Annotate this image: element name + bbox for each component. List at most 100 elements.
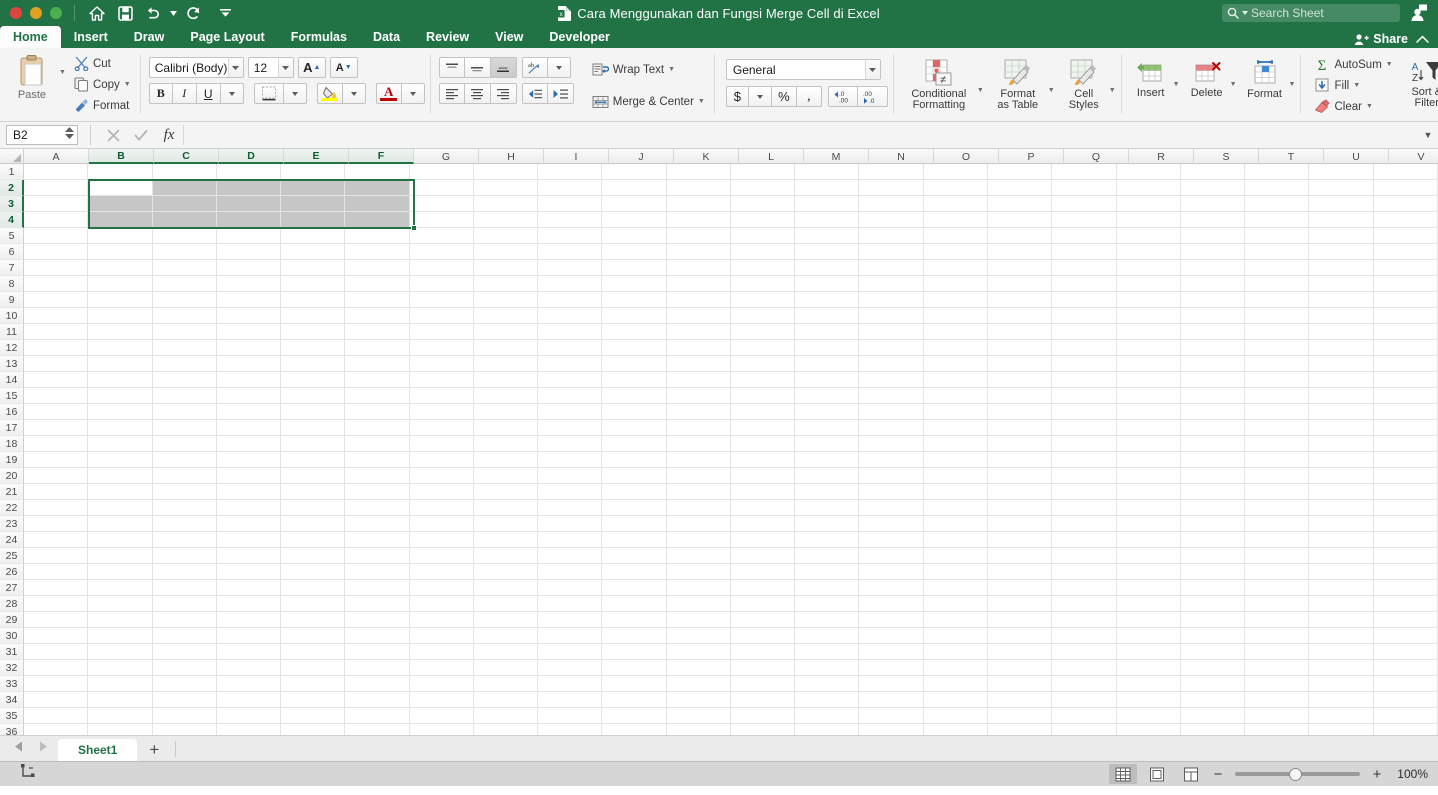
cell-P6[interactable]: [987, 244, 1053, 260]
cell-F31[interactable]: [345, 644, 410, 660]
row-header-30[interactable]: 30: [0, 628, 24, 644]
cell-A33[interactable]: [24, 676, 89, 692]
cell-I24[interactable]: [538, 532, 603, 548]
cell-styles-dropdown-caret[interactable]: ▼: [1109, 87, 1116, 94]
cell-D26[interactable]: [216, 564, 282, 580]
cell-Q28[interactable]: [1052, 596, 1117, 612]
cell-Q32[interactable]: [1052, 660, 1117, 676]
cell-F25[interactable]: [345, 548, 410, 564]
cell-V10[interactable]: [1373, 308, 1438, 324]
cell-U32[interactable]: [1309, 660, 1374, 676]
cell-Q8[interactable]: [1052, 276, 1117, 292]
cell-N18[interactable]: [859, 436, 924, 452]
cell-S28[interactable]: [1180, 596, 1246, 612]
cell-S22[interactable]: [1180, 500, 1246, 516]
cell-L32[interactable]: [730, 660, 796, 676]
row-header-14[interactable]: 14: [0, 372, 24, 388]
cell-D15[interactable]: [216, 388, 282, 404]
cell-Q2[interactable]: [1052, 180, 1117, 196]
cell-A14[interactable]: [24, 372, 89, 388]
fill-color-dropdown[interactable]: [342, 83, 366, 104]
cell-G13[interactable]: [409, 356, 474, 372]
cell-E5[interactable]: [281, 228, 346, 244]
cell-V35[interactable]: [1373, 708, 1438, 724]
cell-B13[interactable]: [88, 356, 153, 372]
cell-D24[interactable]: [216, 532, 282, 548]
cell-Q24[interactable]: [1052, 532, 1117, 548]
cell-H28[interactable]: [473, 596, 539, 612]
wrap-text-dropdown-caret[interactable]: ▼: [668, 66, 675, 73]
cell-P3[interactable]: [987, 196, 1053, 212]
cell-C19[interactable]: [152, 452, 217, 468]
grid-cells[interactable]: [24, 164, 1438, 735]
column-header-M[interactable]: M: [804, 149, 869, 164]
cell-F35[interactable]: [345, 708, 410, 724]
cell-R5[interactable]: [1116, 228, 1181, 244]
cell-E25[interactable]: [281, 548, 346, 564]
cell-N1[interactable]: [859, 164, 924, 180]
row-header-19[interactable]: 19: [0, 452, 24, 468]
cell-C17[interactable]: [152, 420, 217, 436]
column-header-O[interactable]: O: [934, 149, 999, 164]
cell-D29[interactable]: [216, 612, 282, 628]
cell-V33[interactable]: [1373, 676, 1438, 692]
percent-format-button[interactable]: %: [771, 86, 797, 107]
cell-V1[interactable]: [1373, 164, 1438, 180]
cell-O22[interactable]: [923, 500, 988, 516]
row-header-7[interactable]: 7: [0, 260, 24, 276]
cell-U9[interactable]: [1309, 292, 1374, 308]
row-header-25[interactable]: 25: [0, 548, 24, 564]
cell-H18[interactable]: [473, 436, 539, 452]
cell-V9[interactable]: [1373, 292, 1438, 308]
cell-R4[interactable]: [1116, 212, 1181, 228]
cell-D32[interactable]: [216, 660, 282, 676]
cell-U31[interactable]: [1309, 644, 1374, 660]
cell-S25[interactable]: [1180, 548, 1246, 564]
cell-B20[interactable]: [88, 468, 153, 484]
cell-O1[interactable]: [923, 164, 988, 180]
cell-N34[interactable]: [859, 692, 924, 708]
cell-E1[interactable]: [281, 164, 346, 180]
cell-M12[interactable]: [795, 340, 860, 356]
cell-P8[interactable]: [987, 276, 1053, 292]
cell-F34[interactable]: [345, 692, 410, 708]
cell-O2[interactable]: [923, 180, 988, 196]
cell-P2[interactable]: [987, 180, 1053, 196]
cell-S12[interactable]: [1180, 340, 1246, 356]
cell-O19[interactable]: [923, 452, 988, 468]
cell-M24[interactable]: [795, 532, 860, 548]
cell-G16[interactable]: [409, 404, 474, 420]
tab-page-layout[interactable]: Page Layout: [177, 26, 277, 48]
sort-filter-button[interactable]: A Z Sort & Filter: [1403, 55, 1438, 109]
accounting-dropdown[interactable]: [748, 86, 772, 107]
cell-T11[interactable]: [1245, 324, 1310, 340]
cell-T22[interactable]: [1245, 500, 1310, 516]
cell-F32[interactable]: [345, 660, 410, 676]
cell-R21[interactable]: [1116, 484, 1181, 500]
cell-L21[interactable]: [730, 484, 796, 500]
cell-L23[interactable]: [730, 516, 796, 532]
cell-C31[interactable]: [152, 644, 217, 660]
zoom-slider[interactable]: [1235, 764, 1360, 784]
cell-H9[interactable]: [473, 292, 539, 308]
cell-M33[interactable]: [795, 676, 860, 692]
cell-L29[interactable]: [730, 612, 796, 628]
cell-S7[interactable]: [1180, 260, 1246, 276]
clear-dropdown-caret[interactable]: ▼: [1366, 103, 1373, 110]
column-header-D[interactable]: D: [219, 149, 284, 164]
font-name-dropdown[interactable]: [227, 58, 243, 77]
cell-H33[interactable]: [473, 676, 539, 692]
cell-S19[interactable]: [1180, 452, 1246, 468]
cell-S13[interactable]: [1180, 356, 1246, 372]
cell-N3[interactable]: [859, 196, 924, 212]
cell-A2[interactable]: [24, 180, 89, 196]
column-header-Q[interactable]: Q: [1064, 149, 1129, 164]
cell-I18[interactable]: [538, 436, 603, 452]
cell-I17[interactable]: [538, 420, 603, 436]
cell-F36[interactable]: [345, 724, 410, 735]
cell-U34[interactable]: [1309, 692, 1374, 708]
cell-F14[interactable]: [345, 372, 410, 388]
previous-sheet-icon[interactable]: [14, 739, 24, 757]
cell-O20[interactable]: [923, 468, 988, 484]
cell-T23[interactable]: [1245, 516, 1310, 532]
